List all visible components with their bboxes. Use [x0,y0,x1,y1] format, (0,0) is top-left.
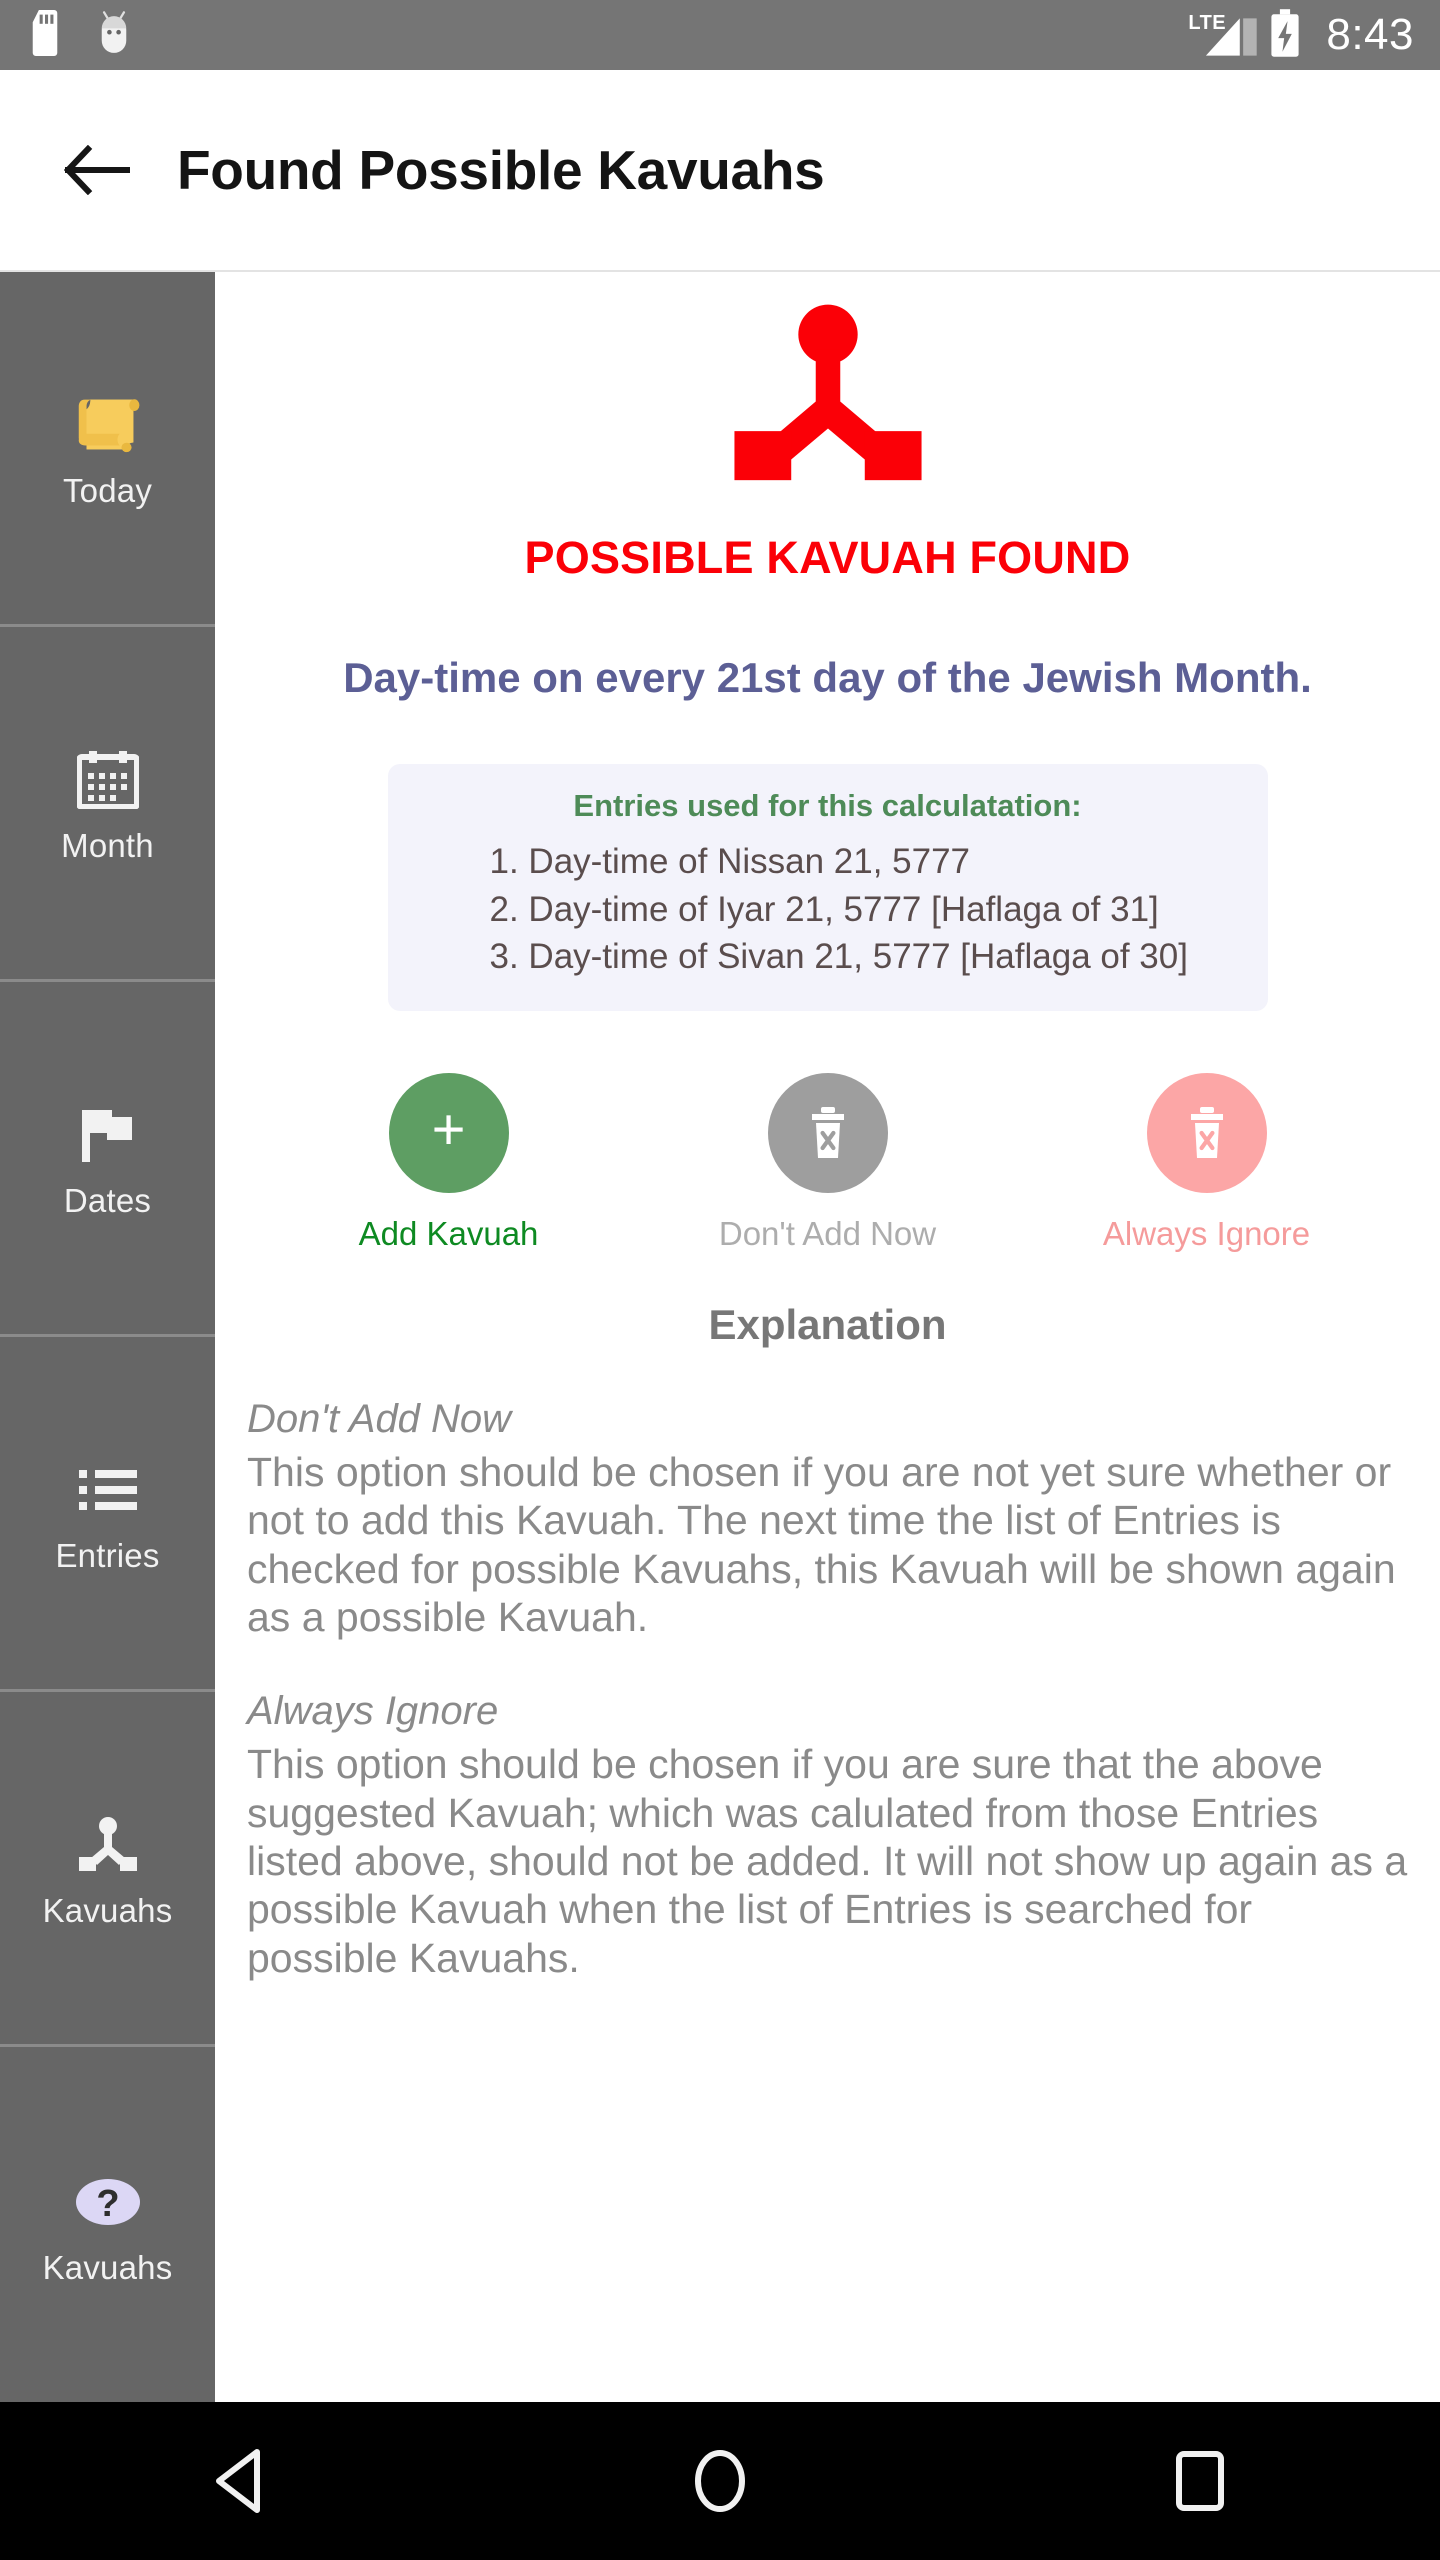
back-button[interactable] [42,115,152,225]
delete-forever-icon [1146,1072,1267,1193]
sidebar-item-kavuahs[interactable]: Kavuahs [0,1692,215,2047]
sidebar-item-label: Today [62,472,153,509]
status-bar: LTE 8:43 [0,0,1440,70]
always-ignore-button[interactable]: Always Ignore [1042,1072,1372,1253]
flag-icon [78,1096,138,1174]
nav-back-button[interactable] [165,2421,315,2541]
nav-home-circle-icon [695,2450,745,2512]
battery-charging-icon [1268,8,1302,62]
svg-text:?: ? [96,2183,119,2225]
explanation-section: Always Ignore This option should be chos… [215,1689,1440,1982]
question-mark-icon: ? [73,2163,143,2241]
app-bar: Found Possible Kavuahs [0,70,1440,272]
status-bar-left-icons [26,9,136,61]
sd-card-icon [26,9,64,61]
sidebar-item-label: Kavuahs [42,2248,173,2286]
action-label: Don't Add Now [718,1214,937,1252]
plus-icon: + [388,1072,509,1193]
add-kavuah-button[interactable]: + Add Kavuah [284,1072,614,1253]
explanation-heading: Don't Add Now [247,1396,512,1441]
entry-list-item: 1. Day-time of Nissan 21, 5777 [489,842,971,881]
entry-list-item: 3. Day-time of Sivan 21, 5777 [Haflaga o… [489,937,1188,977]
explanation-body: This option should be chosen if you are … [247,1448,1396,1640]
sidebar-item-label: Month [61,827,154,864]
device-hub-icon [77,1806,139,1884]
lte-signal-icon: LTE [1188,13,1258,57]
scroll-icon [69,386,147,464]
sidebar-item-label: Entries [55,1537,160,1574]
delete-forever-icon [767,1072,888,1193]
sidebar-item-month[interactable]: Month [0,627,215,982]
sidebar-item-kavuahs-help[interactable]: ? Kavuahs [0,2047,215,2402]
sidebar-item-today[interactable]: Today [0,272,215,627]
action-label: Add Kavuah [358,1214,539,1252]
sidebar: Today Month Dates Entries Kavuahs ? Kavu… [0,272,215,2402]
explanation-title: Explanation [708,1300,947,1348]
navigation-bar [0,2402,1440,2560]
page-title: Found Possible Kavuahs [177,139,825,201]
device-hub-icon [733,304,922,481]
main-content: POSSIBLE KAVUAH FOUND Day-time on every … [215,272,1440,2402]
action-row: + Add Kavuah Don't Add Now Always Ignore [215,1072,1440,1253]
plus-glyph: + [431,1096,466,1162]
subheadline: Day-time on every 21st day of the Jewish… [343,654,1312,701]
explanation-section: Don't Add Now This option should be chos… [215,1397,1440,1642]
sidebar-item-dates[interactable]: Dates [0,982,215,1337]
action-label: Always Ignore [1102,1214,1311,1252]
nav-home-button[interactable] [645,2421,795,2541]
sidebar-item-label: Kavuahs [42,1892,173,1929]
list-icon [77,1451,139,1529]
phone-screen: LTE 8:43 Found Possible Kavuahs Today Mo… [0,0,1440,2560]
sidebar-item-label: Dates [63,1182,152,1219]
explanation-body: This option should be chosen if you are … [247,1741,1408,1981]
entries-card-title: Entries used for this calculatation: [573,788,1082,823]
status-bar-right-icons: LTE 8:43 [1188,8,1414,62]
dont-add-now-button[interactable]: Don't Add Now [663,1072,993,1253]
android-head-icon [92,10,136,61]
headline: POSSIBLE KAVUAH FOUND [524,532,1131,583]
entries-card: Entries used for this calculatation: 1. … [387,764,1268,1011]
nav-recents-square-icon [1176,2451,1224,2511]
calendar-icon [76,741,139,819]
status-bar-clock: 8:43 [1326,10,1414,59]
explanation-heading: Always Ignore [247,1689,499,1734]
entry-list-item: 2. Day-time of Iyar 21, 5777 [Haflaga of… [489,889,1159,929]
arrow-left-icon [64,145,130,195]
nav-back-triangle-icon [216,2449,260,2513]
sidebar-item-entries[interactable]: Entries [0,1337,215,1692]
nav-recents-button[interactable] [1125,2421,1275,2541]
